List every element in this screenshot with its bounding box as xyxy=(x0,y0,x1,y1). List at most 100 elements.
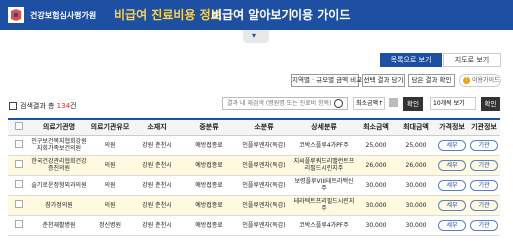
col-institution-type[interactable]: 의료기관유모 xyxy=(88,118,132,136)
tab-noncovered-learn[interactable]: 비급여 알아보기 xyxy=(211,6,292,23)
mid-category: 예방접종료 xyxy=(182,135,236,156)
institution-info-button[interactable]: 기관 xyxy=(470,219,498,231)
institution-type: 의원 xyxy=(88,155,132,176)
location: 강원 춘천시 xyxy=(132,155,182,176)
max-price: 30,000 xyxy=(396,195,436,216)
row-checkbox[interactable] xyxy=(8,215,30,236)
result-count: 검색결과 총 134건 xyxy=(20,101,76,111)
min-price: 30,000 xyxy=(356,215,396,236)
row-checkbox[interactable] xyxy=(8,175,30,196)
result-count-suffix: 건 xyxy=(70,102,77,110)
max-price: 26,000 xyxy=(396,155,436,176)
hira-logo-icon[interactable] xyxy=(8,7,24,23)
usage-guide-button[interactable]: ! 이용가이드 xyxy=(459,74,501,87)
tab-usage-guide[interactable]: 이용 가이드 xyxy=(291,6,350,23)
top-navigation: 건강보험심사평가원 비급여 진료비용 정보 비급여 알아보기 이용 가이드 xyxy=(0,0,513,30)
institution-name[interactable]: 춘천재활병원 xyxy=(30,215,88,236)
detail-category: 지씨플루쿼드리밸런트프리필드시린지주 xyxy=(292,155,356,176)
put-selected-button[interactable]: 선택 결과 담기 xyxy=(362,74,405,87)
small-category: 인플루엔자(독감) xyxy=(236,175,292,196)
max-price: 30,000 xyxy=(396,175,436,196)
price-detail-button[interactable]: 세부 xyxy=(438,179,466,191)
table-header-row: 의료기관명 의료기관유모 소재지 중분류 소분류 상세분류 최소금액 최대금액 … xyxy=(8,118,500,136)
price-detail-button[interactable]: 세부 xyxy=(438,139,466,151)
col-detail-category[interactable]: 상세분류 xyxy=(292,118,356,136)
institution-info-button[interactable]: 기관 xyxy=(470,139,498,151)
table-row: 인구보건복지협회강원지회가족보건의원 의원 강원 춘천시 예방접종료 인플루엔자… xyxy=(8,135,500,156)
price-detail-button[interactable]: 세부 xyxy=(438,159,466,171)
institution-type: 의원 xyxy=(88,175,132,196)
institution-name[interactable]: 슬기로운정형외과의원 xyxy=(30,175,88,196)
detail-category: 코박스플루4가PF주 xyxy=(292,215,356,236)
institution-name[interactable]: 참가정의원 xyxy=(30,195,88,216)
collapse-toggle-button[interactable]: ▾ xyxy=(243,30,269,43)
col-location[interactable]: 소재지 xyxy=(132,118,182,136)
col-mid-category[interactable]: 중분류 xyxy=(182,118,236,136)
col-max-price[interactable]: 최대금액 xyxy=(396,118,436,136)
sort-confirm-button[interactable]: 확인 xyxy=(403,97,423,111)
page-size-confirm-button[interactable]: 확인 xyxy=(481,97,500,111)
table-row: 한국건강관리협회건강증진의원 의원 강원 춘천시 예방접종료 인플루엔자(독감)… xyxy=(8,155,500,176)
tab-noncovered-cost-info[interactable]: 비급여 진료비용 정보 xyxy=(114,6,222,23)
view-saved-button[interactable]: 담은 결과 확인 xyxy=(408,74,455,87)
col-min-price[interactable]: 최소금액 xyxy=(356,118,396,136)
small-category: 인플루엔자(독감) xyxy=(236,135,292,156)
chevron-down-icon: ▾ xyxy=(252,31,257,40)
min-price: 25,000 xyxy=(356,135,396,156)
institution-name[interactable]: 한국건강관리협회건강증진의원 xyxy=(30,155,88,176)
page-size-select[interactable]: 10개씩 보기 xyxy=(430,97,476,110)
result-search-input[interactable] xyxy=(222,97,348,110)
location: 강원 춘천시 xyxy=(132,135,182,156)
price-detail-button[interactable]: 세부 xyxy=(438,219,466,231)
col-institution-name[interactable]: 의료기관명 xyxy=(30,118,88,136)
location: 강원 춘천시 xyxy=(132,195,182,216)
small-category: 인플루엔자(독감) xyxy=(236,155,292,176)
detail-category: 코박스플루4가PF주 xyxy=(292,135,356,156)
table-row: 참가정의원 의원 강원 춘천시 예방접종료 인플루엔자(독감) 테라텍트프리필드… xyxy=(8,195,500,216)
table-row: 춘천재활병원 정신병원 강원 춘천시 예방접종료 인플루엔자(독감) 코박스플루… xyxy=(8,215,500,236)
mid-category: 예방접종료 xyxy=(182,215,236,236)
col-institution-info: 기관정보 xyxy=(468,118,500,136)
list-view-button[interactable]: 목록으로 보기 xyxy=(380,53,442,67)
mid-category: 예방접종료 xyxy=(182,195,236,216)
institution-type: 의원 xyxy=(88,135,132,156)
select-all-checkbox[interactable] xyxy=(8,118,30,136)
col-small-category[interactable]: 소분류 xyxy=(236,118,292,136)
search-icon[interactable] xyxy=(334,99,343,108)
results-table: 의료기관명 의료기관유모 소재지 중분류 소분류 상세분류 최소금액 최대금액 … xyxy=(8,118,500,236)
max-price: 30,000 xyxy=(396,215,436,236)
institution-type: 정신병원 xyxy=(88,215,132,236)
mid-category: 예방접종료 xyxy=(182,175,236,196)
institution-name[interactable]: 인구보건복지협회강원지회가족보건의원 xyxy=(30,135,88,156)
min-price: 30,000 xyxy=(356,175,396,196)
region-size-compare-button[interactable]: 지역별 · 규모별 금액 비교 xyxy=(291,74,362,87)
detail-category: 테라텍트프리필드시린지주 xyxy=(292,195,356,216)
institution-info-button[interactable]: 기관 xyxy=(470,159,498,171)
map-view-button[interactable]: 지도로 보기 xyxy=(443,53,501,67)
result-count-number: 134 xyxy=(56,102,71,110)
row-checkbox[interactable] xyxy=(8,195,30,216)
mid-category: 예방접종료 xyxy=(182,155,236,176)
min-price: 30,000 xyxy=(356,195,396,216)
institution-type: 의원 xyxy=(88,195,132,216)
location: 강원 춘천시 xyxy=(132,215,182,236)
institution-info-button[interactable]: 기관 xyxy=(470,199,498,211)
sort-toggle-button[interactable] xyxy=(389,98,398,107)
price-detail-button[interactable]: 세부 xyxy=(438,199,466,211)
small-category: 인플루엔자(독감) xyxy=(236,215,292,236)
row-checkbox[interactable] xyxy=(8,135,30,156)
results-list-icon xyxy=(9,102,17,110)
detail-category: 보령플루VIII테트라백신주 xyxy=(292,175,356,196)
info-icon: ! xyxy=(463,77,470,84)
table-row: 슬기로운정형외과의원 의원 강원 춘천시 예방접종료 인플루엔자(독감) 보령플… xyxy=(8,175,500,196)
brand-name[interactable]: 건강보험심사평가원 xyxy=(30,10,96,21)
institution-info-button[interactable]: 기관 xyxy=(470,179,498,191)
small-category: 인플루엔자(독감) xyxy=(236,195,292,216)
usage-guide-label: 이용가이드 xyxy=(472,77,500,84)
row-checkbox[interactable] xyxy=(8,155,30,176)
location: 강원 춘천시 xyxy=(132,175,182,196)
sort-select[interactable]: 최소금액↑ xyxy=(353,97,385,110)
result-count-prefix: 검색결과 총 xyxy=(20,102,57,110)
col-price-info: 가격정보 xyxy=(436,118,468,136)
min-price: 26,000 xyxy=(356,155,396,176)
